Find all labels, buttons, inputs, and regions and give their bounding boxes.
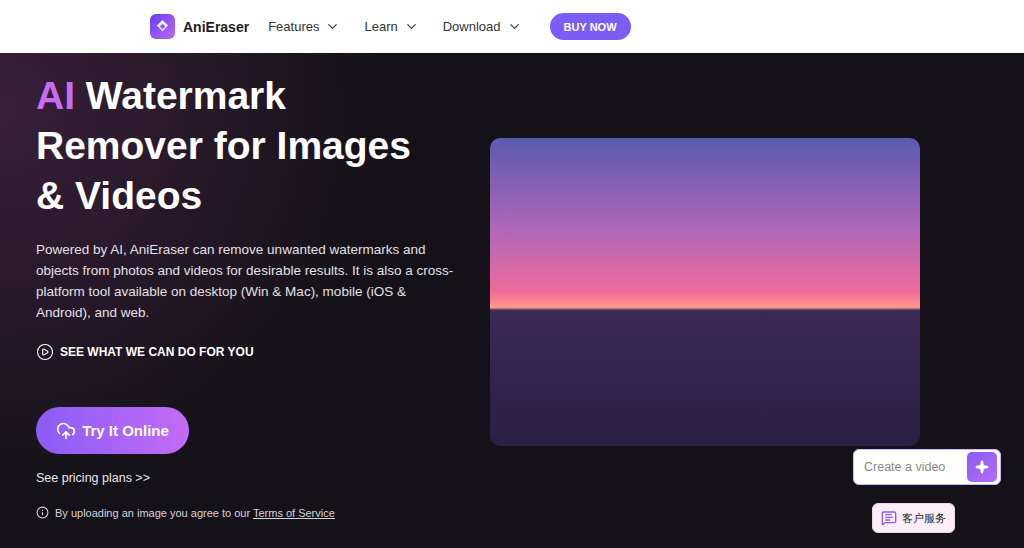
terms-note: By uploading an image you agree to our T… xyxy=(36,506,335,519)
title-highlight: AI xyxy=(36,74,86,117)
hero-image xyxy=(490,138,920,446)
chat-icon xyxy=(881,510,897,526)
try-online-button[interactable]: Try It Online xyxy=(36,407,189,454)
brand[interactable]: AniEraser xyxy=(150,14,249,39)
page: AniEraser Features Learn Download BUY NOW AI … xyxy=(0,0,1024,548)
hero-description: Powered by AI, AniEraser can remove unwa… xyxy=(36,239,456,323)
nav-menu[interactable]: Learn xyxy=(364,19,418,34)
hero-title: AI WatermarkRemover for Images& Videos xyxy=(36,71,411,221)
top-nav: AniEraser Features Learn Download BUY NOW xyxy=(0,0,1024,53)
buy-now-button[interactable]: BUY NOW xyxy=(550,13,631,40)
nav-menu[interactable]: Features xyxy=(268,19,340,34)
generate-button[interactable] xyxy=(967,452,997,482)
see-what-link[interactable]: SEE WHAT WE CAN DO FOR YOU xyxy=(36,343,254,361)
logo-icon xyxy=(150,14,175,39)
support-button[interactable]: 客户服务 xyxy=(872,503,955,533)
sparkle-icon xyxy=(975,460,989,474)
create-video-input[interactable] xyxy=(862,459,963,475)
chevron-down-icon xyxy=(325,19,340,34)
nav-menu[interactable]: Download xyxy=(443,19,522,34)
chevron-down-icon xyxy=(404,19,419,34)
chevron-down-icon xyxy=(507,19,522,34)
brand-name: AniEraser xyxy=(183,19,249,35)
play-icon xyxy=(36,343,54,361)
create-video-box xyxy=(853,449,1001,485)
info-icon xyxy=(36,506,49,519)
terms-link[interactable]: Terms of Service xyxy=(253,507,335,519)
cloud-upload-icon xyxy=(56,421,76,441)
pricing-link[interactable]: See pricing plans >> xyxy=(36,471,150,485)
hero-text: AI WatermarkRemover for Images& Videos Po… xyxy=(0,53,454,519)
